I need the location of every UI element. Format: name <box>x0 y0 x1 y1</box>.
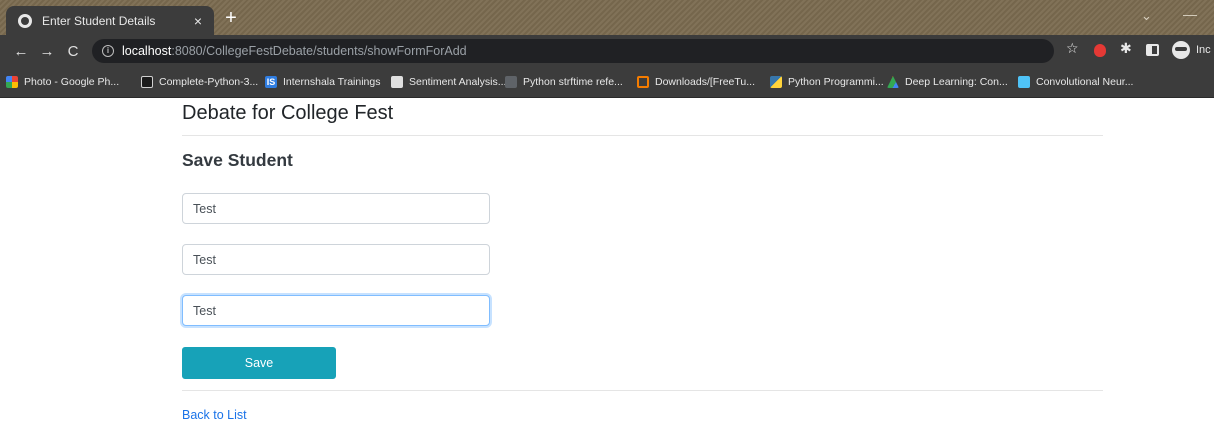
back-to-list-link[interactable]: Back to List <box>182 408 247 422</box>
internshala-icon: IS <box>265 76 277 88</box>
divider <box>182 135 1103 136</box>
page-title: Debate for College Fest <box>182 102 394 124</box>
browser-tab[interactable]: Enter Student Details × <box>6 6 214 35</box>
bookmark-item[interactable]: Deep Learning: Con... <box>887 76 1008 88</box>
bookmark-item[interactable]: Downloads/[FreeTu... <box>637 76 755 88</box>
new-tab-button[interactable]: + <box>220 8 242 28</box>
site-info-icon[interactable]: i <box>102 45 114 57</box>
close-tab-icon[interactable]: × <box>190 13 206 29</box>
bookmarks-bar: Photo - Google Ph... Complete-Python-3..… <box>0 67 1214 98</box>
browser-toolbar: ← → C i localhost:8080/CollegeFestDebate… <box>0 35 1214 67</box>
tab-search-icon[interactable]: ⌄ <box>1141 8 1152 24</box>
tab-title: Enter Student Details <box>42 13 156 28</box>
bookmark-item[interactable]: Python strftime refe... <box>505 76 623 88</box>
bookmark-label: Sentiment Analysis... <box>409 76 507 88</box>
incognito-icon[interactable] <box>1172 41 1190 59</box>
bookmark-item[interactable]: Convolutional Neur... <box>1018 76 1133 88</box>
page-content: Debate for College Fest Save Student Sav… <box>0 98 1214 423</box>
github-icon <box>141 76 153 88</box>
first-name-field[interactable] <box>182 193 490 224</box>
section-title: Save Student <box>182 150 293 170</box>
profile-label[interactable]: Inc <box>1196 44 1211 56</box>
bookmark-item[interactable]: IS Internshala Trainings <box>265 76 380 88</box>
bookmark-label: Python strftime refe... <box>523 76 623 88</box>
python-icon <box>770 76 782 88</box>
bookmark-label: Photo - Google Ph... <box>24 76 120 88</box>
email-field[interactable] <box>182 295 490 326</box>
document-icon <box>391 76 403 88</box>
bookmark-label: Internshala Trainings <box>283 76 381 88</box>
bookmark-item[interactable]: Sentiment Analysis... <box>391 76 506 88</box>
bookmark-label: Deep Learning: Con... <box>905 76 1008 88</box>
back-arrow-icon[interactable]: ← <box>8 43 34 60</box>
bookmark-item[interactable]: Python Programmi... <box>770 76 884 88</box>
browser-tab-strip: Enter Student Details × + ⌄ — <box>0 0 1214 35</box>
url-path: :8080/CollegeFestDebate/students/showFor… <box>171 44 467 58</box>
shield-icon <box>1018 76 1030 88</box>
forward-arrow-icon[interactable]: → <box>34 43 60 60</box>
save-button[interactable]: Save <box>182 347 336 379</box>
globe-icon <box>18 13 32 28</box>
reload-icon[interactable]: C <box>60 43 86 60</box>
url-text: localhost:8080/CollegeFestDebate/student… <box>122 44 467 58</box>
extension-icon[interactable] <box>1094 44 1106 57</box>
bookmark-star-icon[interactable]: ☆ <box>1066 40 1079 57</box>
globe-icon <box>505 76 517 88</box>
bookmark-label: Downloads/[FreeTu... <box>655 76 755 88</box>
google-photos-icon <box>6 76 18 88</box>
extensions-puzzle-icon[interactable]: ✱ <box>1120 40 1132 57</box>
bookmark-label: Complete-Python-3... <box>159 76 259 88</box>
bookmark-item[interactable]: Photo - Google Ph... <box>6 76 119 88</box>
bookmark-label: Python Programmi... <box>788 76 884 88</box>
last-name-field[interactable] <box>182 244 490 275</box>
ring-icon <box>637 76 649 88</box>
address-bar[interactable]: i localhost:8080/CollegeFestDebate/stude… <box>92 39 1054 63</box>
url-host: localhost <box>122 44 172 58</box>
side-panel-icon[interactable] <box>1146 44 1159 56</box>
divider <box>182 390 1103 391</box>
bookmark-item[interactable]: Complete-Python-3... <box>141 76 258 88</box>
drive-icon <box>887 76 899 88</box>
bookmark-label: Convolutional Neur... <box>1036 76 1134 88</box>
minimize-button[interactable]: — <box>1183 6 1197 22</box>
